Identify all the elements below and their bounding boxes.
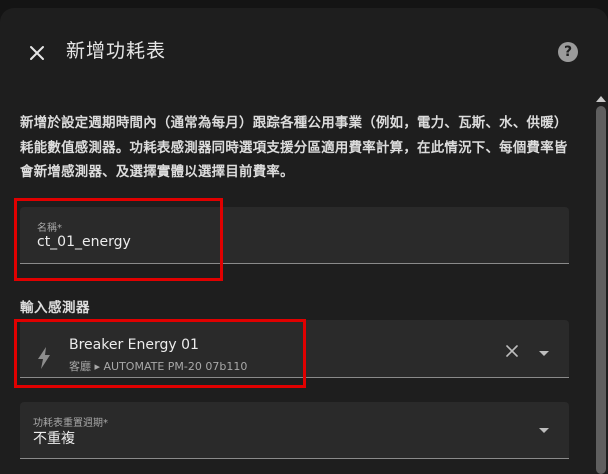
scroll-up-arrow-icon[interactable] [596, 96, 606, 102]
dialog-header: 新增功耗表 ? [0, 8, 608, 92]
reset-cycle-dropdown-button[interactable] [535, 424, 553, 436]
dialog-title: 新增功耗表 [66, 40, 167, 62]
close-button[interactable] [22, 38, 52, 68]
clear-button[interactable] [501, 340, 523, 362]
highlight-box-sensor [14, 319, 306, 388]
sensor-dropdown-button[interactable] [535, 346, 553, 360]
help-icon[interactable]: ? [558, 42, 578, 62]
chevron-down-icon [539, 350, 549, 356]
dialog-description: 新增於設定週期時間內（通常為每月）跟踪各種公用事業（例如，電力、瓦斯、水、供暖）… [20, 116, 568, 180]
chevron-down-icon [539, 427, 549, 433]
reset-cycle-label: 功耗表重置週期* [33, 418, 108, 429]
clear-icon [506, 345, 518, 357]
scrollbar[interactable] [594, 94, 608, 474]
reset-cycle-value: 不重複 [33, 431, 75, 447]
add-utility-meter-dialog: 新增功耗表 ? 新增於設定週期時間內（通常為每月）跟踪各種公用事業（例如，電力、… [0, 8, 608, 474]
input-sensor-heading: 輸入感測器 [20, 300, 90, 316]
reset-cycle-select[interactable]: 功耗表重置週期* 不重複 [20, 402, 569, 459]
highlight-box-name [14, 198, 223, 281]
close-icon [30, 46, 44, 60]
scrollbar-thumb[interactable] [596, 106, 606, 474]
